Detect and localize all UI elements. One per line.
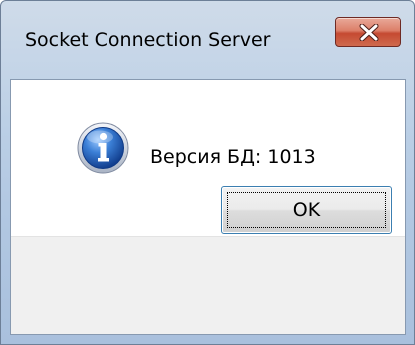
ok-button[interactable]: OK	[221, 186, 392, 234]
information-icon	[77, 122, 129, 174]
dialog-window: Socket Connection Server Версия БД: 1013…	[0, 0, 415, 345]
ok-button-label: OK	[292, 199, 321, 221]
message-text: Версия БД: 1013	[150, 146, 316, 168]
dialog-content: Версия БД: 1013 OK	[10, 79, 406, 335]
window-title: Socket Connection Server	[25, 29, 271, 51]
title-bar[interactable]: Socket Connection Server	[1, 1, 414, 81]
close-x-icon	[359, 24, 379, 41]
button-bar	[11, 236, 405, 334]
close-button[interactable]	[335, 17, 401, 47]
